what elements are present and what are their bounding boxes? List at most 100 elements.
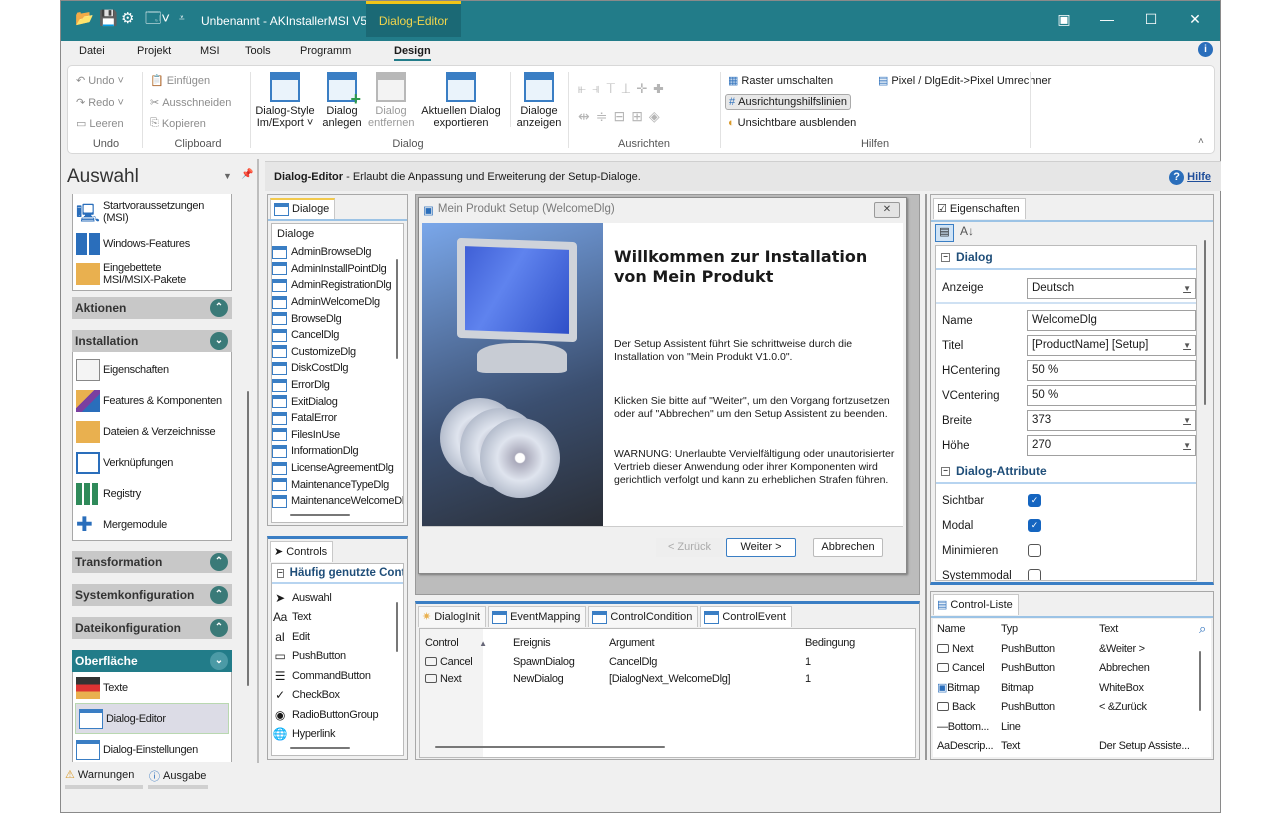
- list-item[interactable]: ExitDialog: [272, 393, 403, 410]
- alignment-guides-button[interactable]: # Ausrichtungshilfslinien: [725, 94, 851, 110]
- open-folder-icon[interactable]: 📂: [75, 11, 94, 27]
- list-item[interactable]: CancelDlg: [272, 327, 403, 344]
- table-row[interactable]: ▣Bitmap Bitmap WhiteBox: [933, 678, 1206, 698]
- sidebar-item-dialog-einstellungen[interactable]: Dialog-Einstellungen: [73, 734, 231, 765]
- menu-datei[interactable]: Datei: [79, 45, 105, 57]
- control-item[interactable]: 🌐 Hyperlink: [272, 725, 403, 745]
- menu-programm[interactable]: Programm: [300, 45, 351, 57]
- toggle-grid-button[interactable]: ▦ Raster umschalten: [728, 74, 833, 88]
- hide-invisible-button[interactable]: ◐ Unsichtbare ausblenden: [728, 117, 856, 129]
- group-dialog[interactable]: − Dialog: [936, 246, 1196, 270]
- tab-eventmapping[interactable]: EventMapping: [488, 606, 587, 627]
- recent-files-icon[interactable]: 🗔˅: [145, 11, 170, 27]
- list-item[interactable]: MaintenanceTypeDlg: [272, 476, 403, 493]
- collapse-ribbon-icon[interactable]: ˄: [1198, 136, 1204, 147]
- categorized-view-button[interactable]: ▤: [935, 224, 954, 242]
- sort-alpha-button[interactable]: A↓: [960, 224, 974, 238]
- control-item[interactable]: aI Edit: [272, 627, 403, 647]
- list-item[interactable]: ErrorDlg: [272, 377, 403, 394]
- chevron-up-icon[interactable]: ⌃: [210, 586, 228, 604]
- list-item[interactable]: CustomizeDlg: [272, 344, 403, 361]
- build-settings-icon[interactable]: ⚙: [121, 11, 139, 27]
- list-item[interactable]: AdminWelcomeDlg: [272, 294, 403, 311]
- sidebar-dropdown-icon[interactable]: ▼: [223, 171, 232, 181]
- tab-controlevent[interactable]: ControlEvent: [700, 606, 792, 627]
- list-item[interactable]: AdminInstallPointDlg: [272, 261, 403, 278]
- section-installation[interactable]: Installation ⌄: [72, 330, 232, 352]
- list-item[interactable]: AdminRegistrationDlg: [272, 277, 403, 294]
- control-item[interactable]: ✓ CheckBox: [272, 686, 403, 706]
- attribute-checkbox[interactable]: ✓: [1028, 494, 1041, 507]
- show-dialogs-button[interactable]: Dialoge anzeigen: [514, 72, 564, 129]
- sidebar-item-texte[interactable]: Texte: [73, 672, 231, 703]
- collapse-icon[interactable]: −: [277, 568, 284, 578]
- sidebar-scrollbar[interactable]: [247, 391, 249, 686]
- list-item[interactable]: FatalError: [272, 410, 403, 427]
- menu-projekt[interactable]: Projekt: [137, 45, 171, 57]
- events-hscrollbar[interactable]: [435, 746, 665, 748]
- anzeige-select[interactable]: Deutsch: [1026, 277, 1196, 299]
- export-dialog-button[interactable]: Aktuellen Dialog exportieren: [416, 72, 506, 129]
- next-button[interactable]: Weiter >: [726, 538, 796, 557]
- dialogs-scrollbar[interactable]: [396, 259, 398, 359]
- table-row[interactable]: Next NewDialog [DialogNext_WelcomeDlg] 1: [420, 670, 855, 687]
- sidebar-item-startvoraussetzungen[interactable]: 🖳 Startvoraussetzungen (MSI): [73, 194, 231, 230]
- redo-button[interactable]: ↷ Redo ˅: [76, 96, 124, 110]
- cancel-button[interactable]: Abbrechen: [813, 538, 883, 557]
- save-icon[interactable]: 💾: [99, 11, 118, 27]
- menu-tools[interactable]: Tools: [245, 45, 271, 57]
- splitter[interactable]: [925, 194, 927, 760]
- group-frequent-controls[interactable]: −Häufig genutzte Controls: [272, 564, 403, 584]
- sidebar-item-features[interactable]: Features & Komponenten: [73, 385, 231, 416]
- create-dialog-button[interactable]: + Dialog anlegen: [320, 72, 364, 129]
- sidebar-item-dialog-editor[interactable]: Dialog-Editor: [75, 703, 229, 734]
- list-item[interactable]: AdminBrowseDlg: [272, 244, 403, 261]
- sidebar-item-windows-features[interactable]: Windows-Features: [73, 230, 231, 258]
- attribute-checkbox[interactable]: ✓: [1028, 519, 1041, 532]
- col-name[interactable]: Name: [933, 619, 1001, 639]
- col-ereignis[interactable]: Ereignis: [513, 633, 609, 653]
- table-row[interactable]: Cancel PushButton Abbrechen: [933, 659, 1206, 679]
- section-transformation[interactable]: Transformation ⌃: [72, 551, 232, 573]
- properties-scrollbar[interactable]: [1204, 240, 1206, 405]
- align-buttons-row2[interactable]: ⇹≑⊟⊞◈: [578, 108, 666, 125]
- chevron-down-icon[interactable]: ⌄: [210, 332, 228, 350]
- quick-access-customize-icon[interactable]: ⩡: [179, 11, 197, 27]
- chevron-up-icon[interactable]: ⌃: [210, 619, 228, 637]
- tab-eigenschaften[interactable]: ☑ Eigenschaften: [933, 198, 1026, 219]
- undo-button[interactable]: ↶ Undo ˅: [76, 74, 124, 88]
- chevron-up-icon[interactable]: ⌃: [210, 299, 228, 317]
- property-value-input[interactable]: 50 %: [1026, 385, 1196, 406]
- chevron-down-icon[interactable]: ⌄: [210, 652, 228, 670]
- control-item[interactable]: ▭ PushButton: [272, 647, 403, 667]
- property-value-input[interactable]: 270: [1026, 435, 1196, 456]
- attribute-checkbox[interactable]: [1028, 544, 1041, 557]
- control-item[interactable]: ☰ CommandButton: [272, 666, 403, 686]
- info-icon[interactable]: i: [1198, 42, 1213, 57]
- tab-controls[interactable]: ➤ Controls: [270, 541, 334, 562]
- context-tab-dialog-editor[interactable]: Dialog-Editor: [366, 1, 461, 37]
- col-bedingung[interactable]: Bedingung: [805, 633, 855, 653]
- sidebar-item-dateien[interactable]: Dateien & Verzeichnisse: [73, 416, 231, 447]
- pin-icon[interactable]: 📌: [241, 169, 253, 180]
- section-systemkonfiguration[interactable]: Systemkonfiguration ⌃: [72, 584, 232, 606]
- menu-design[interactable]: Design: [394, 45, 431, 61]
- col-control[interactable]: Control ▲: [420, 633, 513, 653]
- attribute-checkbox[interactable]: [1028, 569, 1041, 580]
- pixel-converter-button[interactable]: ▤ Pixel / DlgEdit->Pixel Umrechner: [878, 74, 1051, 88]
- col-text[interactable]: Text: [1099, 619, 1199, 639]
- list-item[interactable]: DiskCostDlg: [272, 360, 403, 377]
- list-item[interactable]: InformationDlg: [272, 443, 403, 460]
- splitter[interactable]: [257, 159, 259, 763]
- property-value-input[interactable]: [ProductName] [Setup]: [1026, 335, 1196, 356]
- control-item[interactable]: Aa Text: [272, 608, 403, 628]
- clear-button[interactable]: ▭ Leeren: [76, 117, 124, 131]
- align-buttons-row1[interactable]: ⫦⫣⊤⊥✛✚: [578, 80, 670, 97]
- control-item[interactable]: ➤ Auswahl: [272, 588, 403, 608]
- list-item[interactable]: MaintenanceWelcomeDlg: [272, 493, 403, 510]
- sidebar-item-embedded-packages[interactable]: Eingebettete MSI/MSIX-Pakete: [73, 258, 231, 289]
- table-row[interactable]: Next PushButton &Weiter >: [933, 639, 1206, 659]
- list-item[interactable]: FilesInUse: [272, 427, 403, 444]
- sort-ascending-icon[interactable]: ▲: [479, 639, 487, 648]
- table-row[interactable]: AaDescrip... Text Der Setup Assiste...: [933, 737, 1206, 757]
